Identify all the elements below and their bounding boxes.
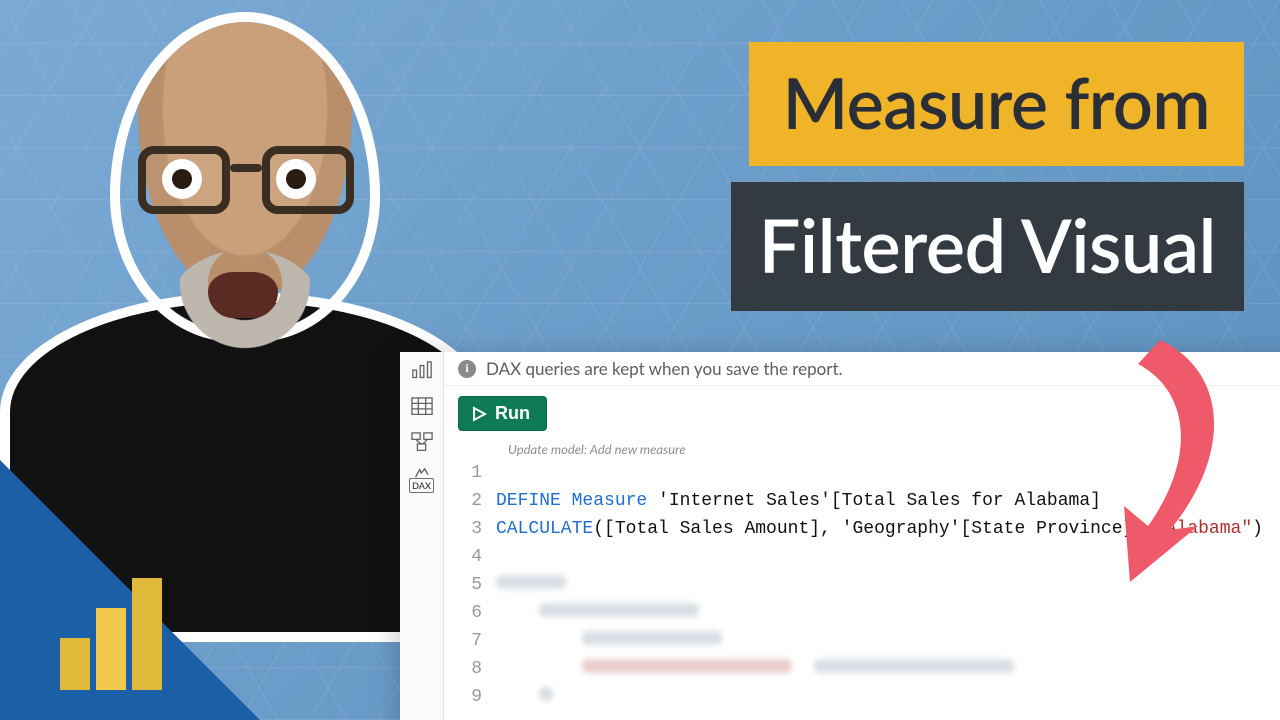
- run-button-label: Run: [495, 403, 530, 424]
- chart-icon[interactable]: [411, 360, 433, 380]
- play-icon: [471, 406, 487, 422]
- code-body[interactable]: DEFINE Measure 'Internet Sales'[Total Sa…: [496, 459, 1280, 711]
- powerbi-logo-icon: [60, 570, 170, 690]
- model-icon[interactable]: [411, 432, 433, 452]
- info-text: DAX queries are kept when you save the r…: [486, 358, 843, 379]
- title-line-2: Filtered Visual: [731, 182, 1244, 311]
- run-button[interactable]: Run: [458, 396, 547, 431]
- code-editor[interactable]: 1 2 3 4 5 6 7 8 9 DEFINE Measure 'Intern…: [444, 457, 1280, 711]
- table-icon[interactable]: [411, 396, 433, 416]
- line-gutter: 1 2 3 4 5 6 7 8 9: [444, 459, 496, 711]
- title-line-1: Measure from: [749, 42, 1244, 166]
- dax-icon[interactable]: DAX: [411, 468, 433, 493]
- editor-hint: Update model: Add new measure: [444, 437, 1280, 457]
- info-bar: i DAX queries are kept when you save the…: [444, 352, 1280, 386]
- info-icon: i: [458, 360, 476, 378]
- dax-editor-panel: DAX i DAX queries are kept when you save…: [400, 352, 1280, 720]
- view-rail: DAX: [400, 352, 444, 720]
